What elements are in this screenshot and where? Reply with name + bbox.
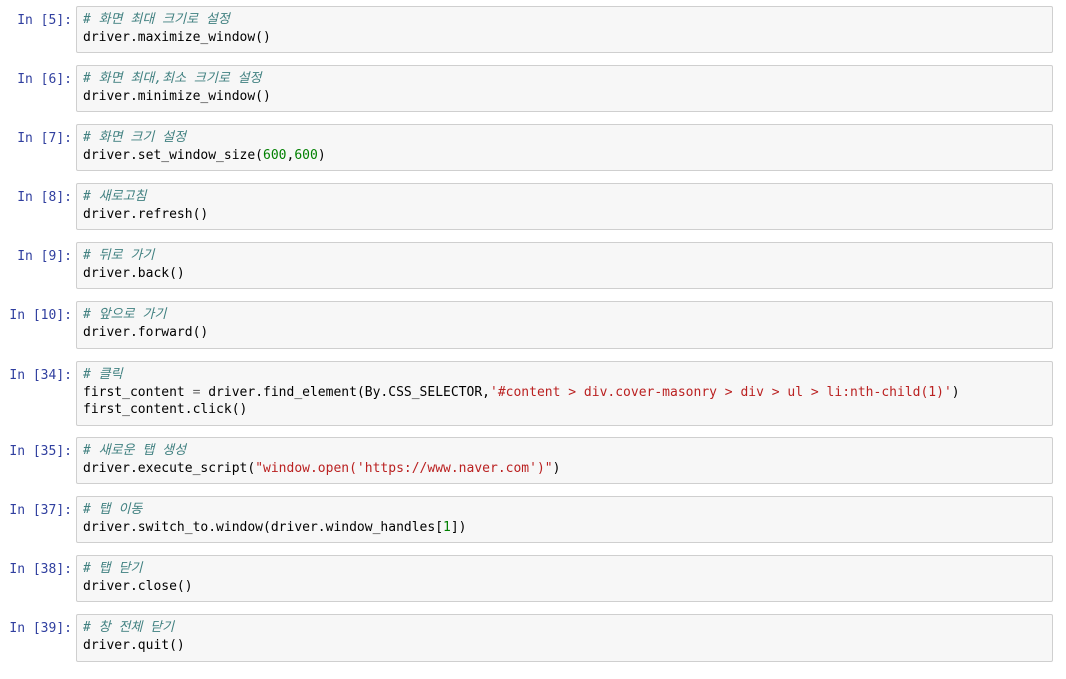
code-token-plain: ) bbox=[552, 460, 561, 476]
code-token-comment: # 화면 최대 크기로 설정 bbox=[83, 12, 230, 27]
code-editor[interactable]: # 화면 최대 크기로 설정 driver.maximize_window() bbox=[76, 6, 1053, 53]
input-prompt: In [10]: bbox=[9, 308, 72, 323]
code-token-number: 1 bbox=[443, 519, 451, 535]
input-prompt: In [8]: bbox=[17, 190, 72, 205]
code-token-plain: driver.maximize_window() bbox=[83, 29, 271, 45]
code-token-comment: # 화면 크기 설정 bbox=[83, 130, 187, 145]
code-editor[interactable]: # 화면 최대,최소 크기로 설정 driver.minimize_window(… bbox=[76, 65, 1053, 112]
code-editor[interactable]: # 뒤로 가기 driver.back() bbox=[76, 242, 1053, 289]
input-prompt: In [34]: bbox=[9, 368, 72, 383]
code-line: # 뒤로 가기 bbox=[83, 247, 1046, 265]
input-prompt: In [5]: bbox=[17, 13, 72, 28]
code-line: # 탭 닫기 bbox=[83, 560, 1046, 578]
code-editor[interactable]: # 클릭 first_content = driver.find_element(… bbox=[76, 361, 1053, 426]
code-editor[interactable]: # 탭 닫기 driver.close() bbox=[76, 555, 1053, 602]
code-line: driver.maximize_window() bbox=[83, 29, 1046, 47]
code-token-plain: driver.back() bbox=[83, 265, 185, 281]
input-prompt: In [9]: bbox=[17, 249, 72, 264]
code-token-plain: first_content bbox=[83, 384, 193, 400]
code-token-plain: driver.set_window_size( bbox=[83, 147, 264, 163]
input-prompt: In [7]: bbox=[17, 131, 72, 146]
code-token-string: "window.open('https://www.naver.com')" bbox=[255, 460, 553, 476]
code-cell[interactable]: In [9]: # 뒤로 가기 driver.back() bbox=[0, 242, 1066, 289]
code-token-string: '#content > div.cover-masonry > div > ul… bbox=[490, 384, 952, 400]
code-line: first_content = driver.find_element(By.C… bbox=[83, 384, 1046, 402]
input-prompt: In [39]: bbox=[9, 621, 72, 636]
code-line: first_content.click() bbox=[83, 401, 1046, 419]
notebook: In [5]: # 화면 최대 크기로 설정 driver.maximize_win… bbox=[0, 0, 1066, 679]
code-line: # 화면 크기 설정 bbox=[83, 129, 1046, 147]
code-token-comment: # 탭 이동 bbox=[83, 502, 143, 517]
code-line: driver.quit() bbox=[83, 637, 1046, 655]
code-editor[interactable]: # 화면 크기 설정 driver.set_window_size(600,600… bbox=[76, 124, 1053, 171]
code-cell[interactable]: In [34]: # 클릭 first_content = driver.find_… bbox=[0, 361, 1066, 426]
code-token-comment: # 앞으로 가기 bbox=[83, 307, 167, 322]
code-token-number: 600 bbox=[294, 147, 318, 163]
code-cell[interactable]: In [10]: # 앞으로 가기 driver.forward() bbox=[0, 301, 1066, 349]
code-cell[interactable]: In [35]: # 새로운 탭 생성 driver.execute_script(… bbox=[0, 437, 1066, 484]
code-line: driver.execute_script("window.open('http… bbox=[83, 460, 1046, 478]
code-token-comment: # 창 전체 닫기 bbox=[83, 620, 175, 635]
code-token-plain: first_content.click() bbox=[83, 402, 248, 417]
code-editor[interactable]: # 새로운 탭 생성 driver.execute_script("window.… bbox=[76, 437, 1053, 484]
code-line: driver.back() bbox=[83, 265, 1046, 283]
code-cell[interactable]: In [5]: # 화면 최대 크기로 설정 driver.maximize_win… bbox=[0, 6, 1066, 53]
code-line: # 화면 최대,최소 크기로 설정 bbox=[83, 70, 1046, 88]
code-line: # 클릭 bbox=[83, 366, 1046, 384]
code-line: driver.minimize_window() bbox=[83, 88, 1046, 106]
code-token-comment: # 화면 최대,최소 크기로 설정 bbox=[83, 71, 262, 86]
code-token-plain: driver.close() bbox=[83, 578, 193, 594]
code-token-plain: ) bbox=[317, 147, 326, 163]
code-token-plain: driver.minimize_window() bbox=[83, 88, 271, 104]
code-line: # 창 전체 닫기 bbox=[83, 619, 1046, 637]
code-line: driver.forward() bbox=[83, 324, 1046, 342]
code-line: # 앞으로 가기 bbox=[83, 306, 1046, 324]
code-line: driver.set_window_size(600,600) bbox=[83, 147, 1046, 165]
code-editor[interactable]: # 탭 이동 driver.switch_to.window(driver.win… bbox=[76, 496, 1053, 543]
code-editor[interactable]: # 창 전체 닫기 driver.quit() bbox=[76, 614, 1053, 662]
code-cell[interactable]: In [7]: # 화면 크기 설정 driver.set_window_size(… bbox=[0, 124, 1066, 171]
code-cell[interactable]: In [8]: # 새로고침 driver.refresh() bbox=[0, 183, 1066, 230]
code-token-plain: ) bbox=[951, 384, 960, 400]
code-token-comment: # 새로운 탭 생성 bbox=[83, 443, 187, 458]
input-prompt: In [37]: bbox=[9, 503, 72, 518]
code-token-plain: driver.quit() bbox=[83, 637, 185, 653]
code-cell[interactable]: In [37]: # 탭 이동 driver.switch_to.window(dr… bbox=[0, 496, 1066, 543]
code-token-comment: # 클릭 bbox=[83, 367, 123, 382]
code-token-plain: driver.switch_to.window(driver.window_ha… bbox=[83, 519, 444, 535]
code-line: # 새로운 탭 생성 bbox=[83, 442, 1046, 460]
code-token-plain: driver.refresh() bbox=[83, 206, 209, 222]
code-token-comment: # 탭 닫기 bbox=[83, 561, 143, 576]
code-token-plain: ]) bbox=[450, 519, 467, 535]
input-prompt: In [38]: bbox=[9, 562, 72, 577]
code-line: # 화면 최대 크기로 설정 bbox=[83, 11, 1046, 29]
code-line: # 탭 이동 bbox=[83, 501, 1046, 519]
code-cell[interactable]: In [6]: # 화면 최대,최소 크기로 설정 driver.minimize_… bbox=[0, 65, 1066, 112]
code-editor[interactable]: # 새로고침 driver.refresh() bbox=[76, 183, 1053, 230]
code-editor[interactable]: # 앞으로 가기 driver.forward() bbox=[76, 301, 1053, 349]
code-line: driver.switch_to.window(driver.window_ha… bbox=[83, 519, 1046, 537]
input-prompt: In [6]: bbox=[17, 72, 72, 87]
code-token-plain: driver.forward() bbox=[83, 324, 209, 340]
code-line: # 새로고침 bbox=[83, 188, 1046, 206]
code-token-comment: # 뒤로 가기 bbox=[83, 248, 155, 263]
input-prompt: In [35]: bbox=[9, 444, 72, 459]
code-token-comment: # 새로고침 bbox=[83, 189, 147, 204]
code-line: driver.close() bbox=[83, 578, 1046, 596]
code-token-number: 600 bbox=[263, 147, 287, 163]
code-token-plain: driver.find_element(By.CSS_SELECTOR, bbox=[200, 384, 490, 400]
code-cell[interactable]: In [38]: # 탭 닫기 driver.close() bbox=[0, 555, 1066, 602]
code-token-plain: driver.execute_script( bbox=[83, 460, 256, 476]
code-cell[interactable]: In [39]: # 창 전체 닫기 driver.quit() bbox=[0, 614, 1066, 662]
code-line: driver.refresh() bbox=[83, 206, 1046, 224]
